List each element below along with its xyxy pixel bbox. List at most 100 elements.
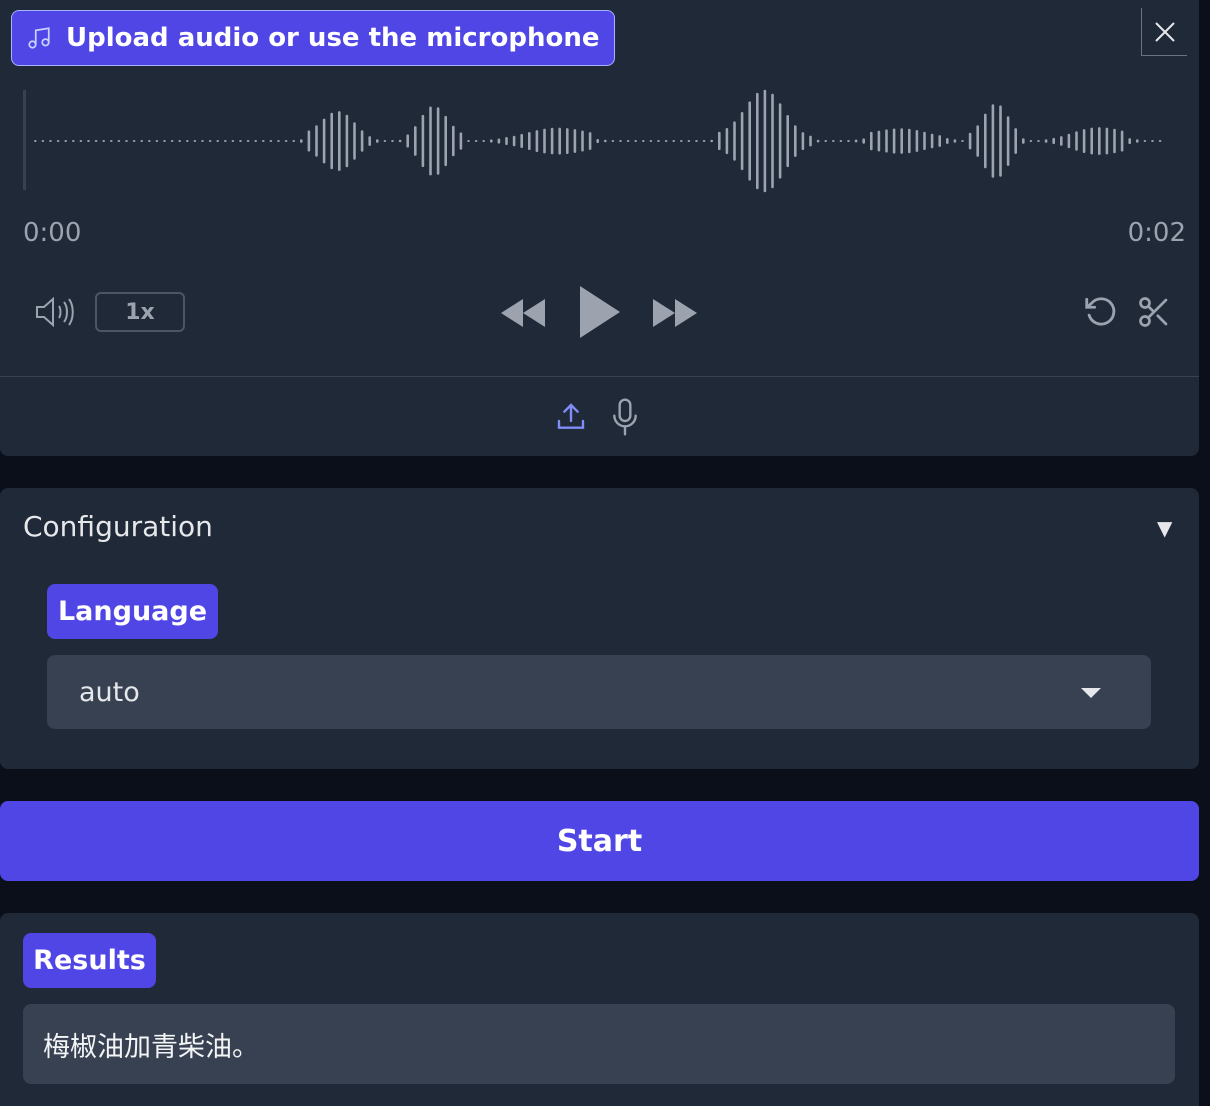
waveform-bar: [786, 115, 789, 168]
waveform-bar: [421, 114, 425, 168]
waveform-bar: [1022, 138, 1025, 144]
waveform-bar: [695, 140, 698, 142]
waveform-bar: [292, 140, 295, 142]
current-time: 0:00: [23, 218, 82, 248]
waveform-bar: [664, 140, 668, 142]
waveform-bar: [801, 132, 805, 150]
waveform-bar: [360, 130, 364, 152]
waveform-bar: [839, 140, 843, 142]
waveform-bar: [740, 112, 744, 171]
waveform-bar: [277, 140, 280, 142]
waveform-bar: [771, 93, 774, 189]
waveform-bar: [284, 140, 288, 142]
waveform-bar: [832, 140, 835, 142]
waveform-bar: [915, 130, 919, 152]
configuration-title[interactable]: Configuration: [23, 510, 213, 543]
waveform-bar: [110, 140, 113, 142]
waveform-bar: [140, 140, 143, 142]
waveform-bar: [908, 128, 911, 154]
waveform-bar: [231, 140, 235, 142]
waveform-bar: [1082, 129, 1086, 153]
undo-icon: [1085, 297, 1116, 326]
microphone-button[interactable]: [606, 396, 644, 438]
upload-button[interactable]: [552, 398, 590, 436]
waveform-bar: [847, 140, 850, 142]
waveform-bar: [330, 112, 333, 170]
waveform-bar: [702, 140, 706, 142]
waveform-bar: [246, 140, 250, 142]
waveform-bar: [269, 140, 273, 142]
waveform-bar: [1044, 139, 1048, 143]
waveform-bar: [710, 139, 713, 143]
playback-speed-button[interactable]: 1x: [95, 292, 185, 332]
configuration-toggle[interactable]: ▼: [1157, 516, 1172, 540]
reset-button[interactable]: [1080, 292, 1122, 332]
waveform-bar: [391, 140, 394, 142]
waveform-bar: [224, 140, 227, 142]
waveform-bar: [1060, 136, 1063, 146]
audio-panel: [0, 0, 1199, 456]
waveform-bar: [596, 139, 599, 143]
waveform-bar: [56, 140, 60, 142]
waveform-bar: [72, 140, 75, 142]
language-dropdown[interactable]: auto: [47, 655, 1151, 729]
fast-forward-icon: [653, 299, 697, 327]
waveform-bar: [208, 140, 212, 142]
waveform-bar: [862, 138, 865, 144]
play-icon: [580, 286, 620, 338]
fast-forward-button[interactable]: [650, 294, 700, 332]
waveform-bar: [398, 139, 402, 143]
waveform-bar: [322, 118, 326, 164]
waveform-bar: [406, 134, 409, 148]
waveform-bar: [558, 127, 561, 155]
waveform-bar: [892, 128, 896, 154]
volume-button[interactable]: [32, 292, 78, 332]
waveform-bar: [1113, 128, 1116, 154]
waveform-bar: [885, 129, 888, 153]
trim-button[interactable]: [1134, 292, 1174, 332]
waveform-bar: [528, 132, 531, 151]
waveform-bar: [79, 140, 83, 142]
playhead-cursor: [23, 90, 26, 190]
rewind-button[interactable]: [498, 294, 548, 332]
audio-label-text: Upload audio or use the microphone: [66, 23, 600, 53]
waveform-bar: [946, 138, 949, 144]
waveform-bar: [186, 140, 189, 142]
close-button[interactable]: [1141, 8, 1187, 56]
waveform-bar: [535, 130, 539, 152]
start-button[interactable]: Start: [0, 801, 1199, 881]
waveform-bar: [1143, 140, 1147, 142]
waveform-bar: [938, 135, 941, 147]
waveform-bar: [1120, 130, 1124, 152]
waveform-bar: [49, 140, 52, 142]
waveform-bar: [34, 140, 37, 142]
waveform-bar: [824, 140, 827, 142]
waveform-bar: [870, 131, 873, 151]
waveform-bar: [436, 107, 440, 175]
language-label: Language: [47, 584, 218, 639]
waveform-bar: [1006, 116, 1010, 166]
results-textbox[interactable]: 梅椒油加青柴油。: [23, 1004, 1175, 1084]
waveform-bar: [64, 140, 67, 142]
waveform-bar: [1151, 140, 1154, 142]
waveform-bar: [497, 138, 501, 144]
waveform-bar: [1128, 138, 1131, 144]
waveform-bar: [239, 140, 242, 142]
waveform-bar: [132, 140, 136, 142]
waveform-bar: [262, 140, 265, 142]
play-button[interactable]: [574, 282, 624, 342]
audio-label-badge: Upload audio or use the microphone: [11, 10, 615, 66]
waveform[interactable]: [0, 80, 1199, 202]
waveform-bar: [368, 136, 371, 146]
waveform-bar: [125, 140, 128, 142]
waveform-bar: [216, 140, 219, 142]
waveform-bar: [1052, 137, 1055, 145]
waveform-bar: [41, 140, 45, 142]
waveform-bar: [414, 126, 417, 156]
waveform-bar: [961, 140, 964, 142]
waveform-bar: [756, 92, 759, 190]
waveform-bar: [201, 140, 204, 142]
waveform-bar: [877, 130, 881, 152]
waveform-bar: [459, 132, 463, 150]
waveform-bar: [193, 140, 197, 142]
